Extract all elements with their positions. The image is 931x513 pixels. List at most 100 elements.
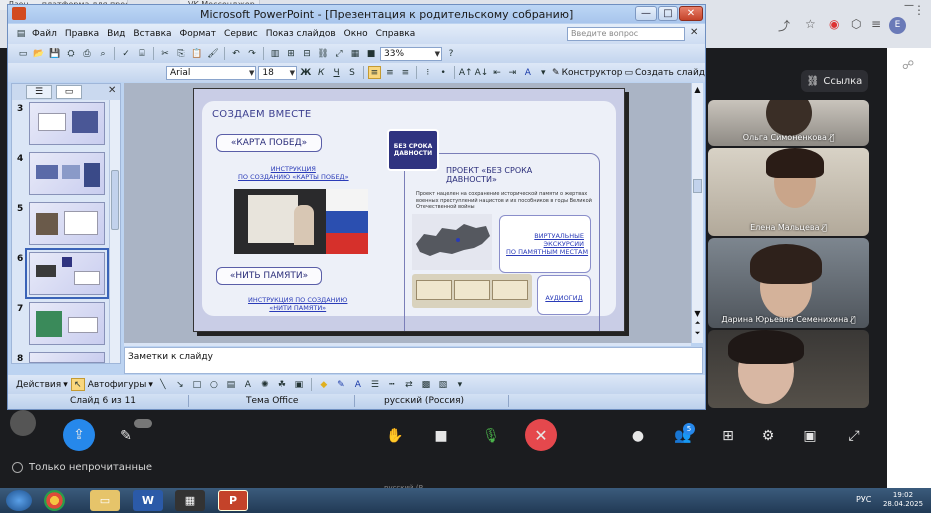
- tab-slides[interactable]: ▭: [56, 85, 82, 99]
- memory-thread-instruction-link[interactable]: ИНСТРУКЦИЯ ПО СОЗДАНИЮ «НИТИ ПАМЯТИ»: [248, 296, 347, 312]
- next-slide-icon[interactable]: ⏷: [692, 329, 703, 338]
- underline-icon[interactable]: Ч: [330, 66, 343, 79]
- slide-thumbnail-selected[interactable]: 6: [12, 248, 109, 300]
- horizontal-scrollbar[interactable]: [124, 343, 691, 346]
- paste-icon[interactable]: 📋: [190, 47, 204, 60]
- close-button[interactable]: ✕: [679, 6, 703, 21]
- participant-video-3[interactable]: Дарина Юрьевна Семенихина 🎙̸: [708, 238, 869, 328]
- minimize-button[interactable]: —: [635, 6, 657, 21]
- autoshapes-menu[interactable]: Автофигуры ▾: [88, 380, 153, 390]
- copy-icon[interactable]: ⎘: [174, 47, 188, 60]
- victory-map-instruction-link[interactable]: ИНСТРУКЦИЯ ПО СОЗДАНИЮ «КАРТЫ ПОБЕД»: [238, 165, 349, 181]
- tab-outline[interactable]: ☰: [26, 85, 52, 99]
- font-grow-icon[interactable]: A↑: [459, 66, 473, 79]
- align-left-icon[interactable]: ≡: [367, 66, 382, 79]
- shadow-icon[interactable]: S: [345, 66, 358, 79]
- open-icon[interactable]: 📂: [32, 47, 46, 60]
- research-icon[interactable]: ⌸: [135, 47, 149, 60]
- menu-format[interactable]: Формат: [176, 29, 221, 39]
- camera-button[interactable]: ■: [426, 419, 456, 453]
- video-icon[interactable]: ▦: [175, 490, 205, 511]
- designer-button[interactable]: ✎ Конструктор: [552, 68, 622, 78]
- menu-file[interactable]: Файл: [28, 29, 61, 39]
- fullscreen-button[interactable]: ⤢: [842, 419, 866, 453]
- end-call-button[interactable]: ✕: [525, 419, 557, 451]
- tables-icon[interactable]: ⊟: [300, 47, 314, 60]
- slide-thumbnail[interactable]: 8: [12, 352, 108, 364]
- new-icon[interactable]: ▭: [16, 47, 30, 60]
- avatar[interactable]: E: [889, 17, 906, 34]
- expand-icon[interactable]: ⤢: [332, 47, 346, 60]
- undo-icon[interactable]: ↶: [229, 47, 243, 60]
- line-icon[interactable]: ╲: [156, 378, 170, 391]
- numbered-list-icon[interactable]: ⁝: [421, 66, 434, 79]
- slide-thumbnail[interactable]: 3: [12, 102, 108, 150]
- rectangle-icon[interactable]: □: [190, 378, 204, 391]
- cut-icon[interactable]: ✂: [158, 47, 172, 60]
- font-size-select[interactable]: 18 ▼: [258, 65, 297, 80]
- opera-icon[interactable]: ◉: [829, 17, 839, 31]
- start-button[interactable]: [6, 490, 32, 511]
- clock[interactable]: 19:02 28.04.2025: [878, 491, 928, 509]
- fill-color-icon[interactable]: ◆: [317, 378, 331, 391]
- audio-guide-link[interactable]: АУДИОГИД: [544, 294, 584, 302]
- format-painter-icon[interactable]: 🖌: [206, 47, 220, 60]
- oval-icon[interactable]: ○: [207, 378, 221, 391]
- actions-menu[interactable]: Действия ▾: [16, 380, 68, 390]
- word-icon[interactable]: W: [133, 490, 163, 511]
- save-icon[interactable]: 💾: [48, 47, 62, 60]
- 3d-style-icon[interactable]: ▧: [436, 378, 450, 391]
- menu-help[interactable]: Справка: [372, 29, 420, 39]
- menu-edit[interactable]: Правка: [61, 29, 103, 39]
- zoom-select[interactable]: 33% ▼: [380, 46, 442, 61]
- font-color-icon[interactable]: A: [521, 66, 534, 79]
- pip-button[interactable]: ▣: [798, 419, 822, 453]
- font-shrink-icon[interactable]: A↓: [475, 66, 489, 79]
- screen-share-button[interactable]: ⇪: [63, 419, 95, 451]
- select-arrow-icon[interactable]: ↖: [70, 378, 85, 391]
- close-icon[interactable]: ✕: [108, 85, 116, 96]
- layout-button[interactable]: ⊞: [716, 419, 740, 453]
- window-titlebar[interactable]: Microsoft PowerPoint - [Презентация к ро…: [8, 5, 705, 23]
- new-slide-button[interactable]: ▭ Создать слайд: [624, 68, 705, 78]
- panel-scrollbar[interactable]: [109, 100, 120, 363]
- indent-decrease-icon[interactable]: ⇤: [490, 66, 503, 79]
- participant-video-4[interactable]: [708, 330, 869, 408]
- menu-window[interactable]: Окно: [340, 29, 372, 39]
- scroll-down-icon[interactable]: ▼: [692, 309, 703, 318]
- help-icon[interactable]: ?: [444, 47, 458, 60]
- prev-slide-icon[interactable]: ⏶: [692, 319, 703, 328]
- language-indicator[interactable]: РУС: [856, 495, 871, 504]
- settings-button[interactable]: ⚙: [756, 419, 780, 453]
- chart-icon[interactable]: ▥: [268, 47, 282, 60]
- redo-icon[interactable]: ↷: [245, 47, 259, 60]
- permission-icon[interactable]: ⛭: [64, 47, 78, 60]
- document-icon[interactable]: ▤: [14, 28, 28, 41]
- align-center-icon[interactable]: ≡: [383, 66, 396, 79]
- share-link-button[interactable]: ⛓ Ссылка: [801, 70, 868, 92]
- more-icon[interactable]: ⋮: [913, 3, 925, 17]
- font-color-icon[interactable]: A: [351, 378, 365, 391]
- indent-increase-icon[interactable]: ⇥: [506, 66, 519, 79]
- current-slide[interactable]: СОЗДАЕМ ВМЕСТЕ «КАРТА ПОБЕД» ИНСТРУКЦИЯ …: [193, 88, 625, 332]
- virtual-tours-link[interactable]: ВИРТУАЛЬНЫЕ ЭКСКУРСИИ ПО ПАМЯТНЫМ МЕСТАМ: [506, 232, 588, 256]
- link-icon[interactable]: ☍: [902, 58, 914, 72]
- slide-thumbnail[interactable]: 5: [12, 202, 108, 250]
- scroll-up-icon[interactable]: ▲: [692, 85, 703, 94]
- extensions-icon[interactable]: ⬡: [851, 17, 861, 31]
- scroll-thumb[interactable]: [693, 179, 702, 193]
- shadow-style-icon[interactable]: ▩: [419, 378, 433, 391]
- arrow-icon[interactable]: ↘: [173, 378, 187, 391]
- wordart-icon[interactable]: A: [241, 378, 255, 391]
- scroll-thumb[interactable]: [111, 170, 119, 230]
- table-icon[interactable]: ⊞: [284, 47, 298, 60]
- powerpoint-icon[interactable]: P: [218, 490, 248, 511]
- hyperlink-icon[interactable]: ⛓: [316, 47, 330, 60]
- bullet-list-icon[interactable]: •: [436, 66, 449, 79]
- font-name-select[interactable]: Arial ▼: [166, 65, 257, 80]
- maximize-button[interactable]: □: [658, 6, 678, 21]
- chevron-down-icon[interactable]: ▾: [453, 378, 467, 391]
- arrow-style-icon[interactable]: ⇄: [402, 378, 416, 391]
- raise-hand-button[interactable]: ✋: [380, 419, 410, 453]
- align-right-icon[interactable]: ≡: [399, 66, 412, 79]
